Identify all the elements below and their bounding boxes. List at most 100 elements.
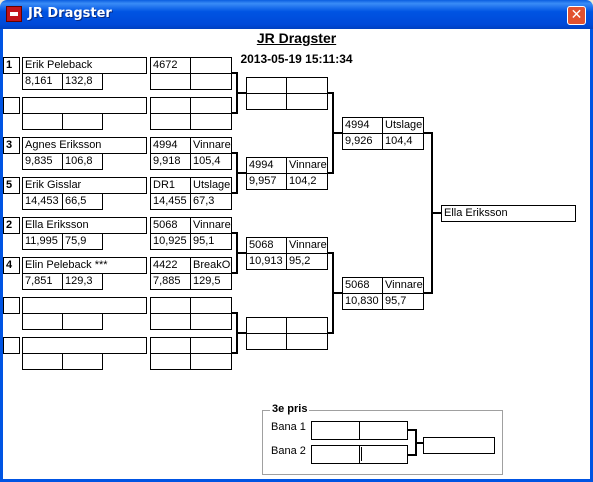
car-id-field[interactable] — [246, 77, 287, 94]
time-field[interactable] — [150, 73, 191, 90]
result-status-field[interactable]: Vinnare — [190, 217, 232, 234]
speed-field[interactable] — [190, 113, 232, 130]
car-id-field[interactable]: 4422 — [150, 257, 191, 274]
speed-field[interactable] — [190, 353, 232, 370]
car-id-field[interactable]: DR1 — [150, 177, 191, 194]
car-id-field[interactable]: 5068 — [342, 277, 383, 294]
lane-1-label: Bana 1 — [271, 421, 306, 433]
result-status-field[interactable] — [190, 97, 232, 114]
car-id-field[interactable]: 4994 — [150, 137, 191, 154]
speed-field[interactable]: 105,4 — [190, 153, 232, 170]
lane-2-field-a[interactable] — [311, 445, 360, 464]
speed-field[interactable]: 95,7 — [382, 293, 424, 310]
time-field[interactable]: 10,830 — [342, 293, 383, 310]
speed-field[interactable]: 66,5 — [62, 193, 103, 210]
time-field[interactable]: 14,455 — [150, 193, 191, 210]
speed-field[interactable]: 132,8 — [62, 73, 103, 90]
page-title: JR Dragster — [256, 30, 337, 46]
time-field[interactable] — [22, 353, 63, 370]
third-prize-title: 3e pris — [270, 403, 310, 415]
result-status-field[interactable]: Vinnare — [190, 137, 232, 154]
time-field[interactable]: 10,925 — [150, 233, 191, 250]
bracket-line — [236, 332, 246, 334]
time-field[interactable]: 7,885 — [150, 273, 191, 290]
car-id-field[interactable]: 4672 — [150, 57, 191, 74]
speed-field[interactable] — [286, 333, 328, 350]
time-field[interactable] — [246, 93, 287, 110]
driver-name-field[interactable]: Erik Peleback — [22, 57, 147, 74]
driver-name-field[interactable] — [22, 97, 147, 114]
speed-field[interactable]: 95,2 — [286, 253, 328, 270]
speed-field[interactable] — [62, 113, 103, 130]
seed-number: 5 — [3, 177, 20, 194]
speed-field[interactable]: 129,5 — [190, 273, 232, 290]
driver-name-field[interactable] — [22, 297, 147, 314]
lane-1-field-a[interactable] — [311, 421, 360, 440]
car-id-field[interactable]: 5068 — [150, 217, 191, 234]
result-status-field[interactable]: Vinnare — [382, 277, 424, 294]
result-status-field[interactable] — [286, 77, 328, 94]
speed-field[interactable] — [190, 313, 232, 330]
lane-2-field-b[interactable] — [359, 445, 408, 464]
time-field[interactable]: 9,926 — [342, 133, 383, 150]
time-field[interactable]: 9,957 — [246, 173, 287, 190]
time-field[interactable] — [150, 353, 191, 370]
time-field[interactable]: 8,161 — [22, 73, 63, 90]
car-id-field[interactable] — [150, 97, 191, 114]
third-prize-winner-field[interactable] — [423, 437, 495, 454]
seed-number — [3, 297, 20, 314]
time-field[interactable] — [22, 113, 63, 130]
seed-number: 2 — [3, 217, 20, 234]
driver-name-field[interactable] — [22, 337, 147, 354]
winner-field[interactable]: Ella Eriksson — [441, 205, 576, 222]
close-button[interactable]: ✕ — [567, 6, 586, 25]
result-status-field[interactable]: Utslagen — [382, 117, 424, 134]
speed-field[interactable]: 106,8 — [62, 153, 103, 170]
car-id-field[interactable]: 4994 — [342, 117, 383, 134]
time-field[interactable] — [22, 313, 63, 330]
text-cursor — [361, 447, 362, 461]
car-id-field[interactable] — [246, 317, 287, 334]
car-id-field[interactable] — [150, 337, 191, 354]
speed-field[interactable]: 67,3 — [190, 193, 232, 210]
speed-field[interactable]: 104,2 — [286, 173, 328, 190]
lane-2-label: Bana 2 — [271, 445, 306, 457]
speed-field[interactable]: 75,9 — [62, 233, 103, 250]
driver-name-field[interactable]: Agnes Eriksson — [22, 137, 147, 154]
time-field[interactable]: 7,851 — [22, 273, 63, 290]
time-field[interactable] — [246, 333, 287, 350]
time-field[interactable] — [150, 113, 191, 130]
car-id-field[interactable]: 5068 — [246, 237, 287, 254]
bracket-line — [431, 212, 441, 214]
speed-field[interactable]: 129,3 — [62, 273, 103, 290]
result-status-field[interactable]: BreakOut — [190, 257, 232, 274]
lane-1-field-b[interactable] — [359, 421, 408, 440]
time-field[interactable]: 14,453 — [22, 193, 63, 210]
result-status-field[interactable] — [190, 297, 232, 314]
result-status-field[interactable] — [190, 57, 232, 74]
result-status-field[interactable]: Vinnare — [286, 157, 328, 174]
window-title: JR Dragster — [28, 6, 112, 21]
car-id-field[interactable]: 4994 — [246, 157, 287, 174]
result-status-field[interactable] — [286, 317, 328, 334]
speed-field[interactable] — [62, 313, 103, 330]
result-status-field[interactable] — [190, 337, 232, 354]
speed-field[interactable]: 104,4 — [382, 133, 424, 150]
result-status-field[interactable]: Utslagen — [190, 177, 232, 194]
speed-field[interactable] — [286, 93, 328, 110]
time-field[interactable]: 9,835 — [22, 153, 63, 170]
car-id-field[interactable] — [150, 297, 191, 314]
time-field[interactable]: 10,913 — [246, 253, 287, 270]
bracket-line — [236, 92, 246, 94]
result-status-field[interactable]: Vinnare — [286, 237, 328, 254]
speed-field[interactable]: 95,1 — [190, 233, 232, 250]
time-field[interactable] — [150, 313, 191, 330]
bracket-line — [236, 252, 246, 254]
driver-name-field[interactable]: Ella Eriksson — [22, 217, 147, 234]
time-field[interactable]: 9,918 — [150, 153, 191, 170]
time-field[interactable]: 11,995 — [22, 233, 63, 250]
driver-name-field[interactable]: Erik Gisslar — [22, 177, 147, 194]
speed-field[interactable] — [62, 353, 103, 370]
driver-name-field[interactable]: Elin Peleback *** — [22, 257, 147, 274]
speed-field[interactable] — [190, 73, 232, 90]
